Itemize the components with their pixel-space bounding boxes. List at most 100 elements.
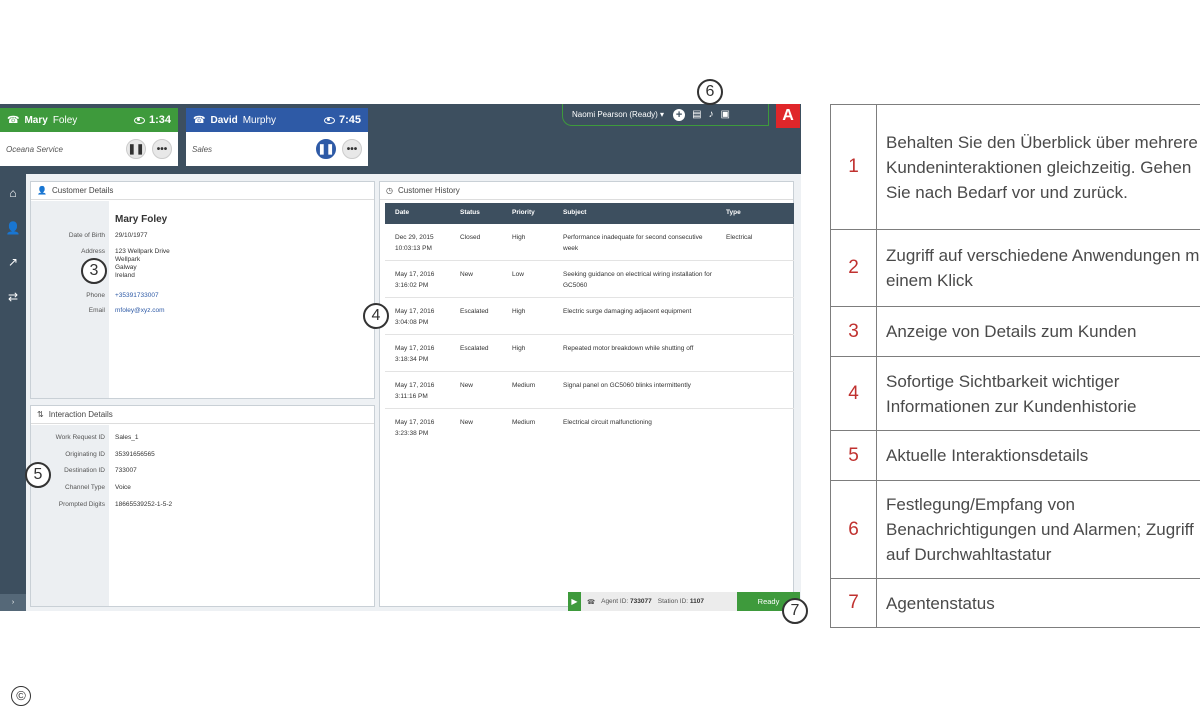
table-row[interactable]: May 17, 2016 3:23:38 PM New Medium Electr…	[385, 409, 794, 446]
swap-icon: ⇅	[37, 410, 44, 419]
work-request-id: Sales_1	[115, 434, 139, 441]
row-status: Closed	[460, 234, 481, 241]
column-header[interactable]: Status	[460, 209, 510, 216]
panel-title: Customer Details	[51, 186, 114, 195]
column-header[interactable]: Priority	[512, 209, 557, 216]
legend-text: Festlegung/Empfang von Benachrichtigunge…	[876, 480, 1200, 579]
channel-type: Voice	[115, 484, 131, 491]
caller-first-name: David	[210, 114, 238, 126]
agent-status-menu[interactable]: Naomi Pearson (Ready) ▾ + ▤ ♪ ▣	[562, 104, 769, 126]
row-time: 3:16:02 PM	[395, 282, 429, 289]
agent-name-status: Naomi Pearson (Ready)	[572, 110, 658, 119]
phone-icon: ☎	[7, 114, 20, 126]
more-options-button[interactable]: •••	[342, 139, 362, 159]
legend-text: Agentenstatus	[876, 578, 1200, 628]
side-navigation: ⌂ 👤 ↗ ⇄	[0, 166, 26, 611]
external-link-icon[interactable]: ↗	[0, 255, 26, 269]
row-priority: High	[512, 234, 526, 241]
clock-icon: ◷	[386, 186, 393, 195]
email-link[interactable]: mfoley@xyz.com	[115, 307, 165, 314]
address-line-1: 123 Wellpark Drive	[115, 248, 170, 255]
row-status: New	[460, 382, 474, 389]
row-time: 10:03:13 PM	[395, 245, 432, 252]
chevron-down-icon: ▾	[660, 110, 665, 119]
row-subject: Electrical circuit malfunctioning	[563, 419, 652, 426]
row-date: May 17, 2016	[395, 382, 435, 389]
play-arrow-icon[interactable]: ▶	[568, 592, 581, 611]
row-time: 3:18:34 PM	[395, 356, 429, 363]
legend-number: 4	[830, 356, 877, 431]
table-row[interactable]: May 17, 2016 3:18:34 PM Escalated High Re…	[385, 335, 794, 372]
row-priority: Medium	[512, 382, 536, 389]
column-header[interactable]: Date	[395, 209, 455, 216]
column-header[interactable]: Subject	[563, 209, 718, 216]
transfer-icon[interactable]: ⇄	[0, 290, 26, 304]
field-label: Work Request ID	[55, 434, 105, 441]
table-row[interactable]: Dec 29, 2015 10:03:13 PM Closed High Perf…	[385, 224, 794, 261]
top-bar: ☎ Mary Foley 1:34 Oceana Service ❚❚ ••• …	[0, 104, 801, 166]
phone-link[interactable]: +35391733007	[115, 292, 159, 299]
more-options-button[interactable]: •••	[152, 139, 172, 159]
add-icon[interactable]: +	[673, 108, 686, 121]
callout-marker-5: 5	[25, 462, 51, 488]
agent-desktop: ☎ Mary Foley 1:34 Oceana Service ❚❚ ••• …	[0, 104, 801, 611]
row-date: May 17, 2016	[395, 308, 435, 315]
hold-button[interactable]: ❚❚	[126, 139, 146, 159]
legend-row: 3 Anzeige von Details zum Kunden	[830, 306, 1200, 357]
legend-number: 5	[830, 430, 877, 481]
field-label: Prompted Digits	[58, 501, 105, 508]
agent-id-label: Agent ID:	[601, 598, 629, 605]
agent-id: 733077	[630, 598, 652, 605]
field-label: Date of Birth	[68, 232, 105, 239]
caller-last-name: Foley	[52, 114, 78, 126]
call-timer: 1:34	[148, 114, 171, 126]
date-of-birth: 29/10/1977	[115, 232, 148, 239]
hold-button[interactable]: ❚❚	[316, 139, 336, 159]
history-table: Date Status Priority Subject Type Dec 29…	[385, 203, 794, 446]
phone-icon: ☎	[193, 114, 206, 126]
column-header[interactable]: Type	[726, 209, 786, 216]
field-label: Phone	[86, 292, 105, 299]
customer-icon[interactable]: 👤	[0, 221, 26, 235]
clipboard-icon[interactable]: ▤	[692, 109, 701, 120]
field-label: Address	[81, 248, 105, 255]
call-card-david-murphy[interactable]: ☎ David Murphy 7:45 Sales ❚❚ •••	[186, 108, 368, 166]
customer-history-panel: ◷ Customer History Date Status Priority …	[379, 181, 794, 607]
row-time: 3:23:38 PM	[395, 430, 429, 437]
expand-arrow-icon[interactable]: ›	[0, 594, 26, 611]
row-status: Escalated	[460, 345, 489, 352]
panel-title: Customer History	[397, 186, 460, 195]
row-time: 3:04:08 PM	[395, 319, 429, 326]
row-status: Escalated	[460, 308, 489, 315]
customer-details-panel: 👤 Customer Details Mary Foley Date of Bi…	[30, 181, 375, 399]
callout-marker-3: 3	[81, 258, 107, 284]
row-type: Electrical	[726, 234, 753, 241]
row-priority: High	[512, 345, 526, 352]
station-id-label: Station ID:	[657, 598, 689, 605]
row-subject: Electric surge damaging adjacent equipme…	[563, 308, 692, 315]
eye-icon	[323, 116, 335, 124]
legend-row: 7 Agentenstatus	[830, 578, 1200, 628]
legend-number: 1	[830, 104, 877, 230]
row-priority: High	[512, 308, 526, 315]
table-header: Date Status Priority Subject Type	[385, 203, 794, 224]
legend-row: 1 Behalten Sie den Überblick über mehrer…	[830, 104, 1200, 230]
agent-status-bar: ▶ ☎ Agent ID: 733077 Station ID: 1107 Re…	[568, 592, 800, 611]
legend-number: 2	[830, 229, 877, 307]
field-label: Originating ID	[65, 451, 105, 458]
legend-text: Sofortige Sichtbarkeit wichtiger Informa…	[876, 356, 1200, 431]
legend-row: 5 Aktuelle Interaktionsdetails	[830, 430, 1200, 481]
call-card-mary-foley[interactable]: ☎ Mary Foley 1:34 Oceana Service ❚❚ •••	[0, 108, 178, 166]
eye-icon	[133, 116, 145, 124]
table-row[interactable]: May 17, 2016 3:04:08 PM Escalated High El…	[385, 298, 794, 335]
address-line-4: Ireland	[115, 272, 135, 279]
table-row[interactable]: May 17, 2016 3:16:02 PM New Low Seeking g…	[385, 261, 794, 298]
table-row[interactable]: May 17, 2016 3:11:16 PM New Medium Signal…	[385, 372, 794, 409]
contact-card-icon[interactable]: ▣	[721, 109, 730, 120]
bell-icon[interactable]: ♪	[709, 109, 714, 120]
row-subject: Seeking guidance on electrical wiring in…	[563, 271, 712, 289]
row-date: May 17, 2016	[395, 345, 435, 352]
home-icon[interactable]: ⌂	[0, 186, 26, 200]
copyright-icon: ©	[11, 686, 31, 706]
legend-number: 7	[830, 578, 877, 628]
